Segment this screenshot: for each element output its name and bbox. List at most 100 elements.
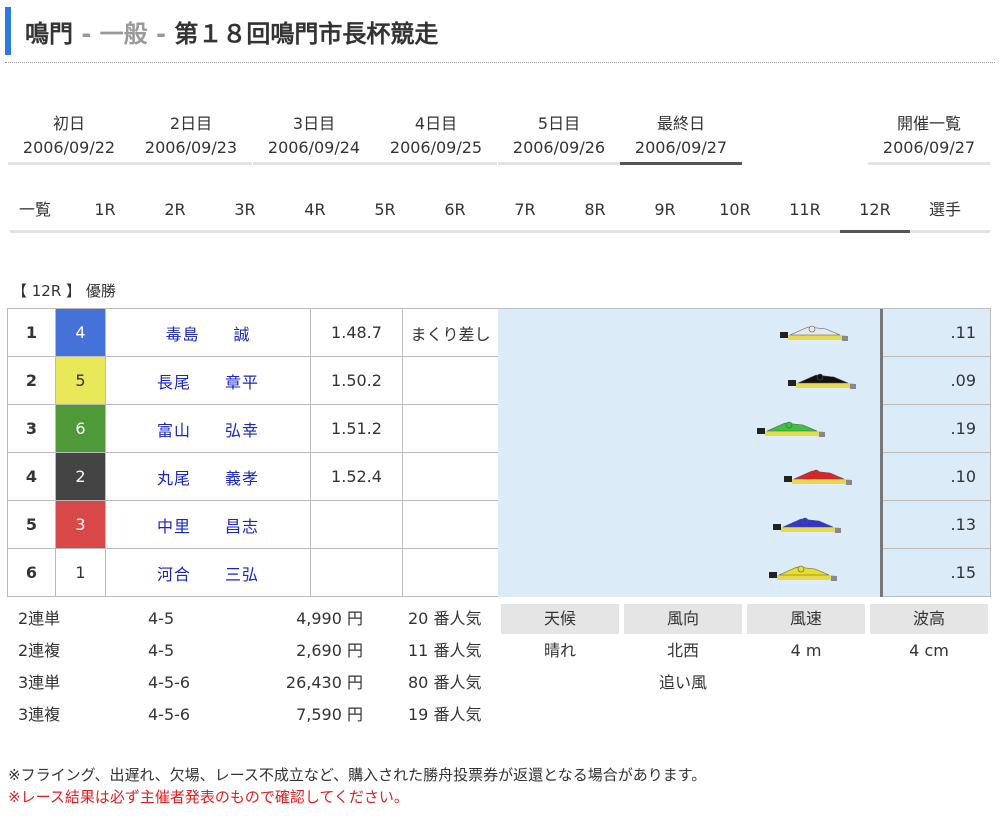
racer-name-link[interactable]: 中里 昌志 [105,500,311,549]
day-tab-date: 2006/09/24 [267,138,361,157]
race-tab-label: 3R [234,200,256,219]
weather-header-3: 波高 [870,604,988,634]
day-tab-label: 最終日 [656,114,705,133]
bet-combination: 4-5-6 [148,705,191,724]
race-tab-label: 5R [374,200,396,219]
race-chart [498,309,882,597]
boat-icon [772,517,841,533]
payout-row: 2連単 4-5 4,990 円 20 番人気 [18,606,498,638]
race-tab-label: 9R [654,200,676,219]
day-tab-underline [8,162,130,165]
racer-first-name: 章平 [225,372,260,392]
goal-line [880,309,883,597]
boat-icon [784,469,853,485]
race-tab-5R[interactable]: 5R [350,196,420,224]
day-tab-date: 2006/09/23 [144,138,238,157]
day-tab-label: 4日目 [414,114,458,133]
lane-cell: 1 [55,548,106,597]
popularity: 80 番人気 [408,673,482,692]
header-accent-bar [5,7,11,55]
bet-type: 2連単 [18,609,61,628]
boat-icon [780,325,849,341]
day-tab-4[interactable]: 5日目 2006/09/26 [498,112,620,165]
venue-name: 鳴門 [25,19,73,48]
race-tab-7R[interactable]: 7R [490,196,560,224]
rank-cell: 4 [7,452,56,501]
bet-combination: 4-5-6 [148,673,191,692]
race-tab-8R[interactable]: 8R [560,196,630,224]
racer-first-name: 弘幸 [225,420,260,440]
bet-type: 3連単 [18,673,61,692]
popularity: 20 番人気 [408,609,482,628]
race-label: 【 12R 】 優勝 [12,282,116,300]
racer-name-link[interactable]: 富山 弘幸 [105,404,311,453]
race-tab-12R[interactable]: 12R [840,196,910,233]
weather-value-2: 4 m [790,641,822,660]
weather-header-1: 風向 [624,604,742,634]
race-time-cell [310,548,403,597]
rank-cell: 1 [7,308,56,357]
race-tab-label: 12R [859,200,891,219]
race-tab-3R[interactable]: 3R [210,196,280,224]
payout-row: 2連複 4-5 2,690 円 11 番人気 [18,638,498,670]
payout-amount: 4,990 円 [296,609,363,628]
racer-first-name: 昌志 [225,516,260,536]
race-time-cell: 1.52.4 [310,452,403,501]
day-tab-1[interactable]: 2日目 2006/09/23 [130,112,252,165]
day-tab-5[interactable]: 最終日 2006/09/27 [620,112,742,165]
boat-icon [757,421,826,437]
page-header: 鳴門 - 一般 - 第１８回鳴門市長杯競走 [5,6,995,56]
racer-last-name: 長尾 [156,372,191,392]
payout-row: 3連複 4-5-6 7,590 円 19 番人気 [18,702,498,734]
race-tab-label: 選手 [928,200,961,219]
race-tab-一覧[interactable]: 一覧 [0,196,70,224]
popularity: 11 番人気 [408,641,482,660]
day-tab-date: 2006/09/25 [389,138,483,157]
weather-value-0: 晴れ [543,641,576,660]
day-tab-2[interactable]: 3日目 2006/09/24 [253,112,375,165]
technique-cell [402,548,499,597]
race-tab-label: 2R [164,200,186,219]
technique-cell: まくり差し [402,308,499,357]
race-tab-10R[interactable]: 10R [700,196,770,224]
racer-name-link[interactable]: 長尾 章平 [105,356,311,405]
technique-cell [402,404,499,453]
day-tab-underline [253,162,375,165]
race-tab-9R[interactable]: 9R [630,196,700,224]
lane-cell: 6 [55,404,106,453]
lane-cell: 3 [55,500,106,549]
popularity: 19 番人気 [408,705,482,724]
payout-table: 2連単 4-5 4,990 円 20 番人気 2連複 4-5 2,690 円 11 番人気 3連… [18,606,498,734]
day-tab-0[interactable]: 初日 2006/09/22 [8,112,130,165]
boat-icon [768,565,837,581]
racer-last-name: 中里 [156,516,191,536]
race-tab-2R[interactable]: 2R [140,196,210,224]
start-timing-cell: .15 [882,548,991,597]
race-tab-4R[interactable]: 4R [280,196,350,224]
race-time-cell: 1.51.2 [310,404,403,453]
lane-cell: 4 [55,308,106,357]
racer-name-link[interactable]: 毒島 誠 [105,308,311,357]
race-tab-label: 4R [304,200,326,219]
racer-last-name: 丸尾 [156,468,191,488]
race-tab-選手[interactable]: 選手 [910,196,980,224]
racer-name-link[interactable]: 河合 三弘 [105,548,311,597]
racer-name-link[interactable]: 丸尾 義孝 [105,452,311,501]
race-tab-label: 7R [514,200,536,219]
race-tab-11R[interactable]: 11R [770,196,840,224]
race-tab-label: 8R [584,200,606,219]
day-tab-underline [498,162,620,165]
day-tab-3[interactable]: 4日目 2006/09/25 [375,112,497,165]
race-tab-1R[interactable]: 1R [70,196,140,224]
rank-cell: 5 [7,500,56,549]
bet-combination: 4-5 [148,641,175,660]
confirm-note: ※レース結果は必ず主催者発表のもので確認してください。 [8,788,409,806]
racer-first-name: 誠 [233,324,251,344]
race-series-title: 第１８回鳴門市長杯競走 [174,19,439,48]
technique-cell [402,452,499,501]
technique-cell [402,500,499,549]
race-tab-6R[interactable]: 6R [420,196,490,224]
day-tabs: 初日 2006/09/22 2日目 2006/09/23 3日目 2006/09/24 4日… [8,112,998,168]
race-tab-label: 6R [444,200,466,219]
day-tab-6[interactable]: 開催一覧 2006/09/27 [868,112,990,165]
